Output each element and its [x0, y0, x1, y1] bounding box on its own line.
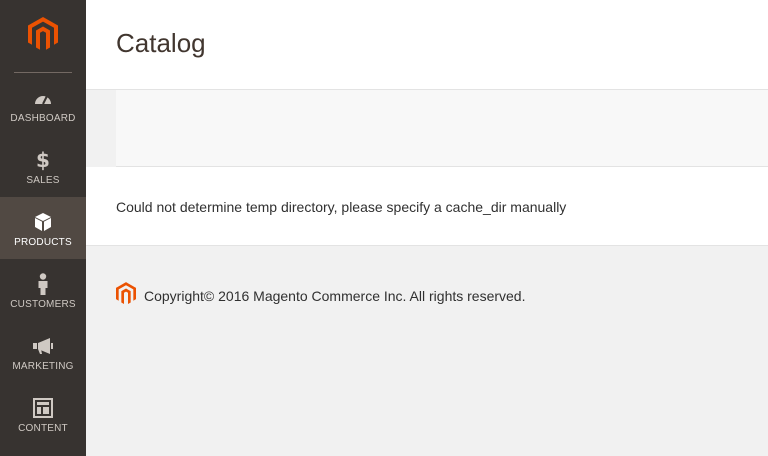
page-footer: Copyright© 2016 Magento Commerce Inc. Al… — [116, 282, 526, 310]
dollar-icon: $ — [32, 149, 54, 171]
sidebar-item-dashboard[interactable]: DASHBOARD — [0, 73, 86, 135]
main-area: Catalog Could not determine temp directo… — [86, 0, 768, 456]
sidebar-item-label: SALES — [26, 174, 60, 186]
sidebar-item-customers[interactable]: CUSTOMERS — [0, 259, 86, 321]
sidebar-item-label: MARKETING — [12, 360, 74, 372]
layout-icon — [32, 397, 54, 419]
page-header: Catalog — [86, 0, 768, 90]
megaphone-icon — [32, 335, 54, 357]
person-icon — [32, 272, 54, 295]
sidebar-item-label: PRODUCTS — [14, 236, 72, 248]
sidebar-item-content[interactable]: CONTENT — [0, 383, 86, 445]
magento-logo-icon[interactable] — [28, 16, 58, 56]
page-title: Catalog — [116, 28, 206, 58]
magento-logo-icon[interactable] — [116, 282, 136, 310]
sidebar-item-sales[interactable]: $ SALES — [0, 135, 86, 197]
error-message: Could not determine temp directory, plea… — [116, 199, 567, 215]
svg-text:$: $ — [36, 149, 50, 171]
copyright-text: Copyright© 2016 Magento Commerce Inc. Al… — [144, 288, 526, 304]
sidebar-item-products[interactable]: PRODUCTS — [0, 197, 86, 259]
cube-icon — [32, 211, 54, 233]
admin-sidebar: DASHBOARD $ SALES PRODUCTS CUSTOMERS MAR… — [0, 0, 86, 456]
dashboard-icon — [32, 87, 54, 109]
logo-area — [14, 0, 72, 73]
sidebar-item-label: CONTENT — [18, 422, 68, 434]
sidebar-item-marketing[interactable]: MARKETING — [0, 321, 86, 383]
page-content: Could not determine temp directory, plea… — [86, 167, 768, 246]
sidebar-item-label: CUSTOMERS — [10, 298, 76, 310]
page-actions-bar — [116, 90, 768, 167]
sidebar-item-label: DASHBOARD — [10, 112, 76, 124]
